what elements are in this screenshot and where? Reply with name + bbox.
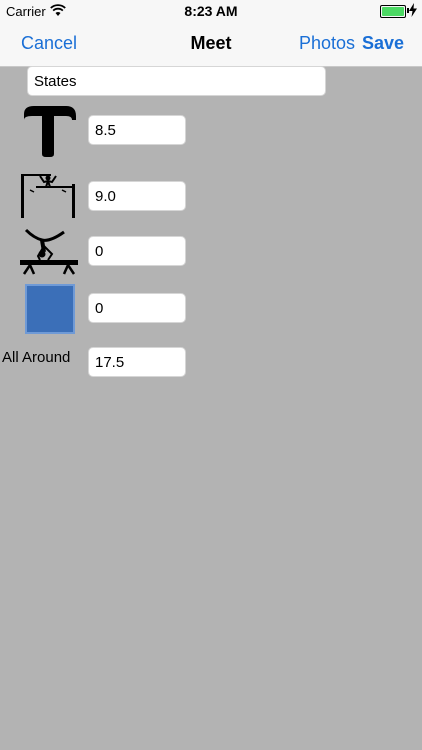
- beam-score-input[interactable]: [88, 236, 186, 266]
- floor-score-input[interactable]: [88, 293, 186, 323]
- charging-bolt-icon: [409, 3, 417, 17]
- bars-score-input[interactable]: [88, 181, 186, 211]
- all-around-score-input[interactable]: [88, 347, 186, 377]
- photos-button[interactable]: Photos: [299, 33, 355, 54]
- balance-beam-icon: [20, 228, 78, 275]
- all-around-label: All Around: [2, 349, 71, 366]
- uneven-bars-icon: [21, 174, 75, 218]
- page-title: Meet: [190, 33, 232, 53]
- status-time: 8:23 AM: [184, 3, 238, 19]
- vault-score-input[interactable]: [88, 115, 186, 145]
- vault-icon: [24, 106, 76, 157]
- meet-name-input[interactable]: [27, 66, 326, 96]
- status-bar: Carrier 8:23 AM: [0, 0, 422, 22]
- floor-icon: [25, 284, 75, 334]
- navigation-bar: Cancel Meet Photos Save: [0, 22, 422, 67]
- save-button[interactable]: Save: [362, 33, 404, 54]
- battery-icon: [380, 5, 406, 18]
